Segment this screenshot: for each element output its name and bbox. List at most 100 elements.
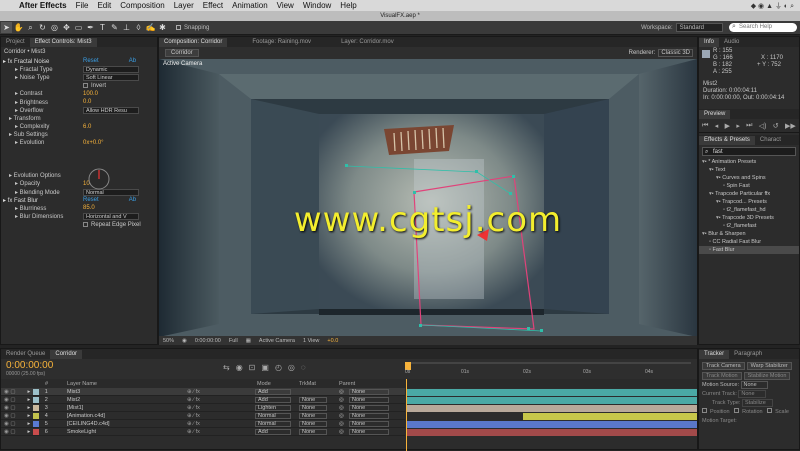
expand-icon[interactable]: ▸ xyxy=(28,429,31,435)
timeline-switches-icons[interactable]: ⇆◉⊡▣◴◎◌ xyxy=(223,363,312,372)
label-color-swatch[interactable] xyxy=(33,412,40,419)
tab-corridor[interactable]: Corridor xyxy=(50,350,83,359)
tab-effects-presets[interactable]: Effects & Presets xyxy=(699,136,755,145)
composition-viewer[interactable]: Active Camera xyxy=(159,59,697,337)
fx-value[interactable]: 100.0 xyxy=(83,91,98,97)
fx-select[interactable]: Dynamic xyxy=(83,65,139,73)
effects-tree-item[interactable]: ▫ Spin Fast xyxy=(699,182,799,190)
layer-trkmat-select[interactable]: None xyxy=(299,428,327,435)
layer-trkmat-select[interactable]: None xyxy=(299,412,327,419)
pen-tool-icon[interactable]: ✒ xyxy=(85,22,96,33)
label-color-swatch[interactable] xyxy=(33,428,40,435)
search-help-input[interactable]: Search Help xyxy=(729,22,797,32)
visibility-icon[interactable]: ◉ ▢ xyxy=(4,397,16,403)
parent-pickwhip-icon[interactable]: ◎ xyxy=(339,413,344,419)
renderer-value[interactable]: Classic 3D xyxy=(658,49,693,57)
visibility-icon[interactable]: ◉ ▢ xyxy=(4,413,16,419)
effects-tree-item[interactable]: ▫ t2_flamefast_hd xyxy=(699,206,799,214)
current-time-indicator[interactable] xyxy=(406,379,407,451)
effects-tree-item[interactable]: ▾▪ * Animation Presets xyxy=(699,158,799,166)
col-layer-name[interactable]: Layer Name xyxy=(67,381,97,387)
layer-mode-select[interactable]: Add xyxy=(255,388,291,395)
effects-tree-item[interactable]: ▾▪ Trapcod... Presets xyxy=(699,198,799,206)
layer-parent-select[interactable]: None xyxy=(349,412,389,419)
fx-checkbox[interactable] xyxy=(83,83,88,89)
effects-tree-item[interactable]: ▫ t2_flamefast xyxy=(699,222,799,230)
stabilize-motion-button[interactable]: Stabilize Motion xyxy=(743,372,791,380)
layer-parent-select[interactable]: None xyxy=(349,388,389,395)
resolution-select[interactable]: Full xyxy=(229,338,238,344)
expand-icon[interactable]: ▸ xyxy=(28,421,31,427)
rotation-checkbox[interactable] xyxy=(734,408,740,413)
table-row[interactable]: ◉ ▢ ▸ 6 SmokeLight ⊕ ∕ fx Add None ◎ None xyxy=(1,428,405,436)
layer-switches[interactable]: ⊕ ∕ fx xyxy=(187,429,200,435)
expand-icon[interactable]: ▸ xyxy=(28,413,31,419)
fx-row-label[interactable]: ▸ Evolution Options xyxy=(1,172,83,179)
fx-row-label[interactable]: ▸ Transform xyxy=(1,115,83,122)
fx-row-label[interactable]: ▸ fx Fast Blur xyxy=(1,197,83,204)
layer-trkmat-select[interactable]: None xyxy=(299,404,327,411)
next-frame-icon[interactable]: ▸ xyxy=(736,122,740,130)
layer-duration-bar[interactable] xyxy=(407,396,697,404)
effects-search-input[interactable]: ⌕ fast xyxy=(702,147,796,156)
parent-pickwhip-icon[interactable]: ◎ xyxy=(339,405,344,411)
tab-paragraph[interactable]: Paragraph xyxy=(729,350,767,359)
layer-parent-select[interactable]: None xyxy=(349,428,389,435)
visibility-icon[interactable]: ◉ ▢ xyxy=(4,429,16,435)
type-tool-icon[interactable]: T xyxy=(97,22,108,33)
fx-value[interactable]: 85.0 xyxy=(83,205,95,211)
prev-frame-icon[interactable]: ◂ xyxy=(715,122,719,130)
fx-row-label[interactable]: ▸ fx Fractal Noise xyxy=(1,58,83,65)
tab-tracker[interactable]: Tracker xyxy=(699,350,730,359)
layer-mode-select[interactable]: Normal xyxy=(255,420,291,427)
brush-tool-icon[interactable]: ✎ xyxy=(109,22,120,33)
track-motion-button[interactable]: Track Motion xyxy=(702,372,742,380)
fx-value[interactable]: 0x+0.0° xyxy=(83,140,104,146)
layer-name[interactable]: Mist2 xyxy=(67,397,80,403)
ram-preview-icon[interactable]: ▶▶ xyxy=(785,122,796,130)
scale-checkbox[interactable] xyxy=(767,408,773,413)
layer-name[interactable]: [CEILING4D.c4d] xyxy=(67,421,110,427)
layer-duration-bar[interactable] xyxy=(407,420,697,428)
menu-file[interactable]: File xyxy=(76,1,89,10)
fx-value[interactable]: 6.0 xyxy=(83,124,91,130)
evolution-dial[interactable] xyxy=(87,167,111,191)
motion-source-select[interactable]: None xyxy=(740,381,768,389)
menu-help[interactable]: Help xyxy=(340,1,356,10)
layer-mode-select[interactable]: Lighten xyxy=(255,404,291,411)
parent-pickwhip-icon[interactable]: ◎ xyxy=(339,389,344,395)
comp-timecode[interactable]: 0:00:00:00 xyxy=(195,338,221,344)
fx-select[interactable]: Soft Linear xyxy=(83,73,139,81)
effects-tree-item[interactable]: ▫ CC Radial Fast Blur xyxy=(699,238,799,246)
table-row[interactable]: ◉ ▢ ▸ 3 [Mist1] ⊕ ∕ fx Lighten None ◎ None xyxy=(1,404,405,412)
table-row[interactable]: ◉ ▢ ▸ 2 Mist2 ⊕ ∕ fx Add None ◎ None xyxy=(1,396,405,404)
visibility-icon[interactable]: ◉ ▢ xyxy=(4,405,16,411)
fx-value[interactable]: 0.0 xyxy=(83,99,91,105)
time-ruler[interactable]: 0s 01s 02s 03s 04s xyxy=(405,359,697,379)
rectangle-tool-icon[interactable]: ▭ xyxy=(73,22,84,33)
parent-pickwhip-icon[interactable]: ◎ xyxy=(339,429,344,435)
layer-switches[interactable]: ⊕ ∕ fx xyxy=(187,397,200,403)
parent-pickwhip-icon[interactable]: ◎ xyxy=(339,421,344,427)
menu-view[interactable]: View xyxy=(277,1,294,10)
current-track-select[interactable]: None xyxy=(738,390,766,398)
work-area-bar[interactable] xyxy=(411,362,691,364)
label-color-swatch[interactable] xyxy=(33,396,40,403)
fx-about-link[interactable]: Ab xyxy=(129,197,136,203)
clone-tool-icon[interactable]: ⊥ xyxy=(121,22,132,33)
views-select[interactable]: 1 View xyxy=(303,338,319,344)
camera-snapshot-icon[interactable]: ◉ xyxy=(182,338,187,344)
layer-mode-select[interactable]: Add xyxy=(255,396,291,403)
tab-footage[interactable]: Footage: Raining.mov xyxy=(247,38,316,47)
layer-trkmat-select[interactable]: None xyxy=(299,420,327,427)
warp-stabilizer-button[interactable]: Warp Stabilizer xyxy=(746,362,792,370)
effects-tree-item[interactable]: ▾▪ Trapcode Particular ffx xyxy=(699,190,799,198)
selection-tool-icon[interactable]: ➤ xyxy=(1,22,12,33)
workspace-select[interactable]: Standard xyxy=(675,23,723,32)
last-frame-icon[interactable]: ⏭ xyxy=(746,122,752,130)
view-select[interactable]: Active Camera xyxy=(259,338,295,344)
expand-icon[interactable]: ▸ xyxy=(28,389,31,395)
layer-parent-select[interactable]: None xyxy=(349,420,389,427)
roto-tool-icon[interactable]: ✍ xyxy=(145,22,156,33)
fx-checkbox[interactable] xyxy=(83,222,88,228)
